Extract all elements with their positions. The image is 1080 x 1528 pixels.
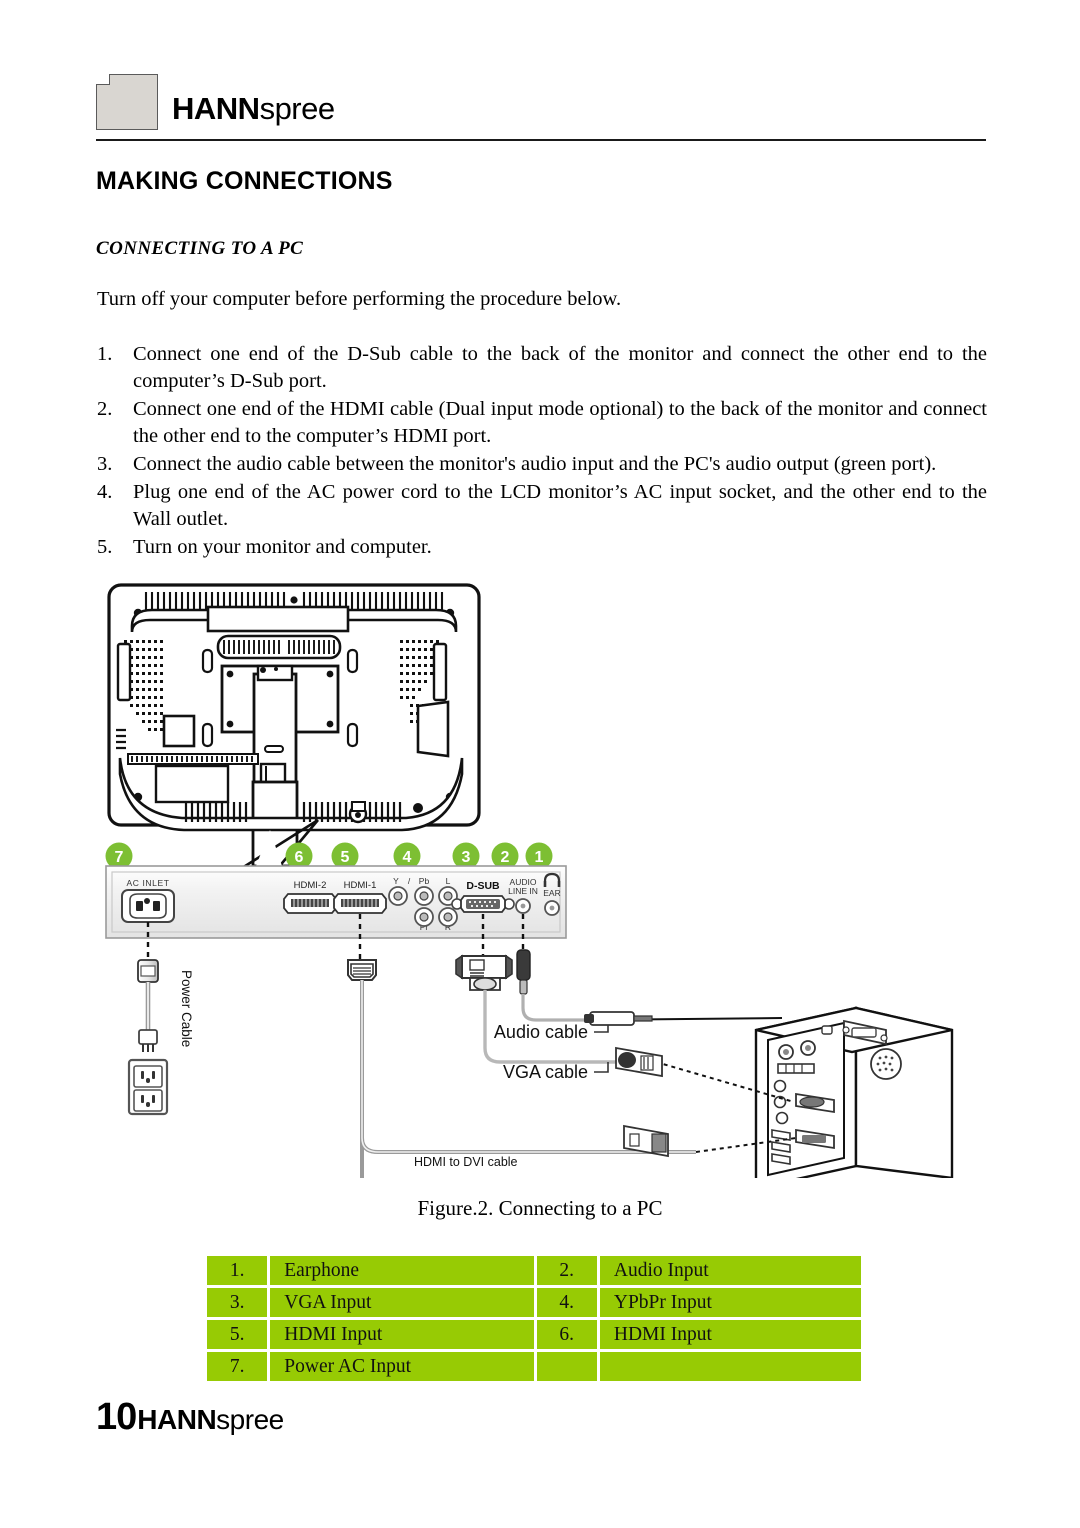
connection-diagram-svg: 7 6 5 4 3 2 1 AC INLET HDMI-2 HDMI-1 Y /… xyxy=(105,583,954,1190)
brand-wordmark: HANNspree xyxy=(172,93,335,130)
step-number: 1. xyxy=(97,343,113,365)
step-text: Turn on your monitor and computer. xyxy=(133,536,432,559)
legend-number: 1. xyxy=(207,1256,268,1285)
footer-brand-wordmark: HANNspree xyxy=(137,1404,284,1435)
brand-bold-text: HANN xyxy=(172,91,260,126)
list-item: 5. Turn on your monitor and computer. xyxy=(97,534,987,561)
port-label-ac-inlet: AC INLET xyxy=(126,878,169,888)
port-label-pb: Pb xyxy=(419,876,430,886)
step-number: 5. xyxy=(97,536,113,559)
step-text: Connect one end of the D-Sub cable to th… xyxy=(133,343,987,393)
step-number: 4. xyxy=(97,481,113,504)
page-footer: 10 HANNspree xyxy=(96,1398,284,1436)
monitor-rear-illustration xyxy=(107,583,481,870)
list-item: 4. Plug one end of the AC power cord to … xyxy=(97,479,987,533)
table-row: 5. HDMI Input 6. HDMI Input xyxy=(207,1320,861,1349)
svg-text:2: 2 xyxy=(501,849,510,866)
port-label-l: L xyxy=(446,876,451,886)
table-row: 7. Power AC Input xyxy=(207,1352,861,1381)
svg-text:4: 4 xyxy=(403,849,412,866)
cable-label-power: Power Cable xyxy=(179,970,194,1047)
connection-diagram: 7 6 5 4 3 2 1 AC INLET HDMI-2 HDMI-1 Y /… xyxy=(96,578,986,1190)
svg-text:3: 3 xyxy=(462,849,471,866)
port-label-ear: EAR xyxy=(543,888,560,898)
legend-label: Audio Input xyxy=(599,1256,861,1285)
legend-number-empty xyxy=(536,1352,597,1381)
legend-label: Power AC Input xyxy=(270,1352,534,1381)
legend-number: 4. xyxy=(536,1288,597,1317)
legend-number: 7. xyxy=(207,1352,268,1381)
step-text: Connect the audio cable between the moni… xyxy=(133,453,937,476)
legend-number: 2. xyxy=(536,1256,597,1285)
cable-label-vga: VGA cable xyxy=(503,1062,588,1082)
port-label-line-in: LINE IN xyxy=(508,886,538,896)
page-title: MAKING CONNECTIONS xyxy=(96,167,393,195)
legend-number: 5. xyxy=(207,1320,268,1349)
legend-label: Earphone xyxy=(270,1256,534,1285)
intro-paragraph: Turn off your computer before performing… xyxy=(97,288,622,310)
svg-text:7: 7 xyxy=(115,849,124,866)
port-label-hdmi1: HDMI-1 xyxy=(344,880,377,891)
port-label-hdmi2: HDMI-2 xyxy=(294,880,327,891)
step-number: 2. xyxy=(97,398,113,421)
figure-caption: Figure.2. Connecting to a PC xyxy=(417,1196,663,1220)
procedure-steps: 1. Connect one end of the D-Sub cable to… xyxy=(97,341,987,562)
svg-text:1: 1 xyxy=(535,849,544,866)
port-label-dsub: D-SUB xyxy=(466,880,500,892)
svg-text:6: 6 xyxy=(295,849,304,866)
power-cable-assembly: Power Cable xyxy=(127,959,194,1116)
legend-label: VGA Input xyxy=(270,1288,534,1317)
port-legend-table: 1. Earphone 2. Audio Input 3. VGA Input … xyxy=(204,1253,864,1384)
legend-label: YPbPr Input xyxy=(599,1288,861,1317)
cable-label-audio: Audio cable xyxy=(494,1022,588,1042)
cable-label-hdmi-dvi: HDMI to DVI cable xyxy=(414,1155,518,1169)
table-row: 3. VGA Input 4. YPbPr Input xyxy=(207,1288,861,1317)
header-divider xyxy=(96,139,986,141)
section-subtitle: CONNECTING TO A PC xyxy=(96,238,304,259)
legend-label-empty xyxy=(599,1352,861,1381)
legend-label: HDMI Input xyxy=(599,1320,861,1349)
hannspree-logo: HANNspree xyxy=(96,72,984,130)
table-row: 1. Earphone 2. Audio Input xyxy=(207,1256,861,1285)
manual-page: HANNspree MAKING CONNECTIONS CONNECTING … xyxy=(0,0,1080,1528)
step-text: Plug one end of the AC power cord to the… xyxy=(133,481,987,531)
list-item: 1. Connect one end of the D-Sub cable to… xyxy=(97,341,987,395)
page-number: 10 xyxy=(96,1396,137,1438)
list-item: 3. Connect the audio cable between the m… xyxy=(97,451,987,478)
list-item: 2. Connect one end of the HDMI cable (Du… xyxy=(97,396,987,450)
port-label-y: Y xyxy=(393,876,399,886)
monitor-port-panel: AC INLET HDMI-2 HDMI-1 Y / Pb L Pr R D-S… xyxy=(105,865,567,939)
footer-brand-light-text: spree xyxy=(216,1404,284,1435)
brand-light-text: spree xyxy=(259,91,336,126)
logo-mark-icon xyxy=(96,74,158,130)
legend-number: 6. xyxy=(536,1320,597,1349)
step-number: 3. xyxy=(97,453,113,476)
legend-label: HDMI Input xyxy=(270,1320,534,1349)
legend-number: 3. xyxy=(207,1288,268,1317)
step-text: Connect one end of the HDMI cable (Dual … xyxy=(133,398,987,448)
footer-brand-bold-text: HANN xyxy=(137,1404,217,1435)
page-header: HANNspree xyxy=(96,72,984,134)
svg-text:5: 5 xyxy=(341,849,350,866)
